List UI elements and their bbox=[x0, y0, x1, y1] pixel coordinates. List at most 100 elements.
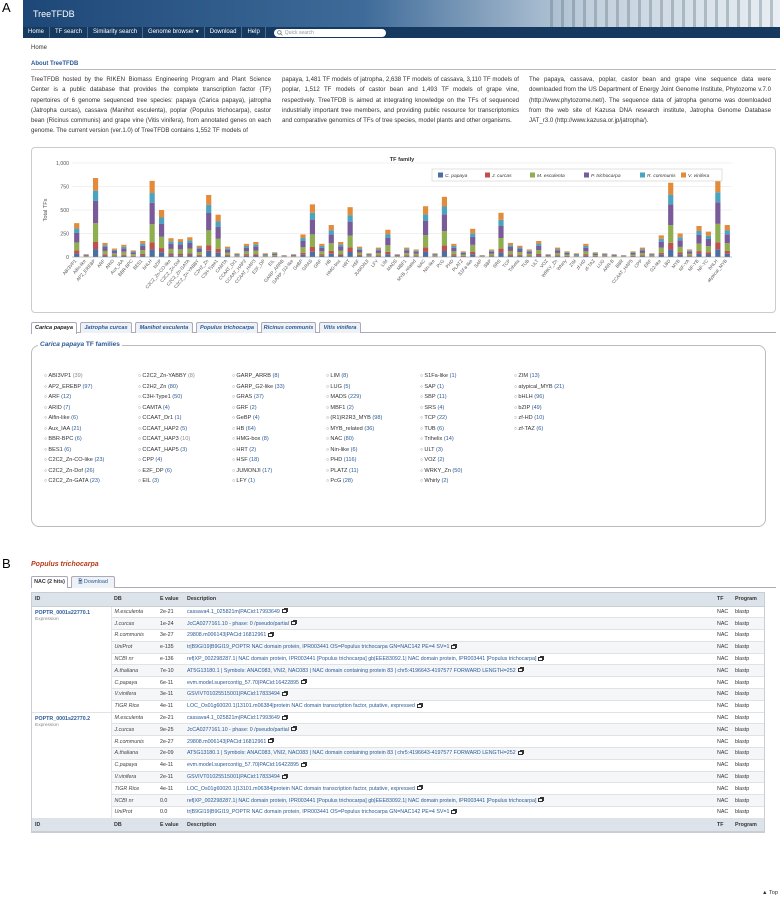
tf-family-count[interactable]: (21) bbox=[71, 426, 81, 432]
tf-family-count[interactable]: (4) bbox=[438, 405, 445, 411]
external-link-icon[interactable] bbox=[281, 691, 288, 697]
tf-family-count[interactable]: (12) bbox=[61, 394, 71, 400]
tf-family-item[interactable]: bHLH (96) bbox=[514, 394, 755, 405]
tf-family-count[interactable]: (33) bbox=[275, 384, 285, 390]
tab-jatropha-curcas[interactable]: Jatropha curcas bbox=[80, 322, 132, 333]
tab-download[interactable]: 🗎 Download bbox=[71, 576, 115, 588]
tf-family-count[interactable]: (6) bbox=[536, 426, 543, 432]
hit-link[interactable]: cassava4.1_025821m|PACid:17993649 bbox=[187, 609, 280, 615]
tf-family-count[interactable]: (28) bbox=[343, 478, 353, 484]
tf-family-count[interactable]: (2) bbox=[249, 447, 256, 453]
tf-family-count[interactable]: (80) bbox=[168, 384, 178, 390]
tf-family-item[interactable]: S1Fa-like (1) bbox=[420, 373, 514, 384]
site-brand[interactable]: TreeTFDB bbox=[33, 9, 75, 19]
tf-family-item[interactable]: LFY (1) bbox=[232, 478, 326, 489]
tf-family-item[interactable]: CAMTA (4) bbox=[138, 405, 232, 416]
tf-family-item[interactable]: NAC (80) bbox=[326, 436, 420, 447]
hit-link[interactable]: GSVIVT01025515001|PACid:17833494 bbox=[187, 774, 280, 780]
tf-family-count[interactable]: (5) bbox=[344, 384, 351, 390]
tf-family-count[interactable]: (229) bbox=[348, 394, 361, 400]
external-link-icon[interactable] bbox=[268, 632, 275, 638]
tf-family-count[interactable]: (50) bbox=[452, 468, 462, 474]
tf-family-count[interactable]: (8) bbox=[341, 373, 348, 379]
tf-family-item[interactable]: ARID (7) bbox=[44, 405, 138, 416]
tf-family-count[interactable]: (8) bbox=[188, 373, 195, 379]
tf-family-count[interactable]: (80) bbox=[344, 436, 354, 442]
tf-family-item[interactable]: WRKY_Zn (50) bbox=[420, 468, 514, 479]
tf-family-count[interactable]: (116) bbox=[344, 457, 357, 463]
nav-download[interactable]: Download bbox=[205, 27, 243, 38]
tf-family-count[interactable]: (6) bbox=[351, 447, 358, 453]
tf-family-item[interactable]: ZIM (13) bbox=[514, 373, 755, 384]
tf-family-item[interactable]: Whirly (2) bbox=[420, 478, 514, 489]
tf-family-count[interactable]: (97) bbox=[83, 384, 93, 390]
nav-similarity-search[interactable]: Similarity search bbox=[88, 27, 144, 38]
tab-nac-hits[interactable]: NAC (2 hits) bbox=[31, 576, 68, 588]
hit-link[interactable]: evm.model.supercontig_57.70|PACid:164228… bbox=[187, 680, 299, 686]
tf-family-count[interactable]: (23) bbox=[90, 478, 100, 484]
tf-family-item[interactable]: MBF1 (2) bbox=[326, 405, 420, 416]
tf-family-count[interactable]: (96) bbox=[534, 394, 544, 400]
tf-family-count[interactable]: (37) bbox=[254, 394, 264, 400]
nav-tf-search[interactable]: TF search bbox=[50, 27, 89, 38]
gene-id-link[interactable]: POPTR_0001s22770.2 bbox=[35, 716, 108, 722]
breadcrumb[interactable]: Home bbox=[31, 45, 47, 51]
tf-family-item[interactable]: C2C2_Zn-GATA (23) bbox=[44, 478, 138, 489]
hit-link[interactable]: AT5G13180.1 | Symbols: ANAC083, VNI2, NA… bbox=[187, 750, 516, 756]
tf-family-item[interactable]: TCP (22) bbox=[420, 415, 514, 426]
external-link-icon[interactable] bbox=[538, 655, 545, 661]
hit-link[interactable]: tr|B9GI19|B9GI19_POPTR NAC domain protei… bbox=[187, 644, 449, 650]
tf-family-count[interactable]: (4) bbox=[155, 457, 162, 463]
external-link-icon[interactable] bbox=[281, 773, 288, 779]
tf-family-count[interactable]: (8) bbox=[262, 436, 269, 442]
tf-family-item[interactable]: SRS (4) bbox=[420, 405, 514, 416]
tf-family-count[interactable]: (2) bbox=[437, 457, 444, 463]
tf-family-count[interactable]: (17) bbox=[262, 468, 272, 474]
tf-family-count[interactable]: (1) bbox=[248, 478, 255, 484]
tf-family-count[interactable]: (6) bbox=[75, 436, 82, 442]
external-link-icon[interactable] bbox=[517, 750, 524, 756]
tf-family-item[interactable]: GARP_G2-like (33) bbox=[232, 384, 326, 395]
tab-carica-papaya[interactable]: Carica papaya bbox=[31, 322, 77, 334]
tf-family-item[interactable]: PHD (116) bbox=[326, 457, 420, 468]
tf-family-item[interactable]: E2F_DP (6) bbox=[138, 468, 232, 479]
tf-family-item[interactable]: C2C2_Zn-YABBY (8) bbox=[138, 373, 232, 384]
tf-family-item[interactable]: C2C2_Zn-CO-like (23) bbox=[44, 457, 138, 468]
tf-family-count[interactable]: (13) bbox=[530, 373, 540, 379]
tf-family-item[interactable]: AP2_EREBP (97) bbox=[44, 384, 138, 395]
tf-family-count[interactable]: (39) bbox=[73, 373, 83, 379]
external-link-icon[interactable] bbox=[417, 785, 424, 791]
tf-family-count[interactable]: (26) bbox=[85, 468, 95, 474]
external-link-icon[interactable] bbox=[268, 738, 275, 744]
tf-family-count[interactable]: (1) bbox=[450, 373, 457, 379]
tf-family-item[interactable]: ABI3VP1 (39) bbox=[44, 373, 138, 384]
tf-family-item[interactable]: HMG-box (8) bbox=[232, 436, 326, 447]
tf-family-item[interactable]: CCAAT_HAP2 (5) bbox=[138, 426, 232, 437]
hit-link[interactable]: cassava4.1_025821m|PACid:17993649 bbox=[187, 715, 280, 721]
tf-family-count[interactable]: (6) bbox=[165, 468, 172, 474]
nav-help[interactable]: Help bbox=[242, 27, 266, 38]
tf-family-count[interactable]: (4) bbox=[163, 405, 170, 411]
tf-family-count[interactable]: (11) bbox=[349, 468, 359, 474]
tf-family-item[interactable]: CCAAT_HAP5 (3) bbox=[138, 447, 232, 458]
tf-family-count[interactable]: (18) bbox=[249, 457, 259, 463]
tf-family-item[interactable]: bZIP (49) bbox=[514, 405, 755, 416]
tf-family-count[interactable]: (11) bbox=[437, 394, 447, 400]
tf-family-item[interactable]: GeBP (4) bbox=[232, 415, 326, 426]
tf-family-item[interactable]: C3H-Type1 (50) bbox=[138, 394, 232, 405]
tf-family-item[interactable]: SBP (11) bbox=[420, 394, 514, 405]
expression-link[interactable]: Expression bbox=[35, 617, 59, 622]
tf-family-item[interactable]: MADS (229) bbox=[326, 394, 420, 405]
tf-family-item[interactable]: PLATZ (11) bbox=[326, 468, 420, 479]
tf-family-item[interactable]: HSF (18) bbox=[232, 457, 326, 468]
tf-family-count[interactable]: (6) bbox=[437, 426, 444, 432]
tf-family-item[interactable]: HRT (2) bbox=[232, 447, 326, 458]
tf-family-count[interactable]: (4) bbox=[253, 415, 260, 421]
tf-family-count[interactable]: (50) bbox=[172, 394, 182, 400]
tf-family-item[interactable]: atypical_MYB (21) bbox=[514, 384, 755, 395]
go-top-link[interactable]: ▲ Top bbox=[762, 890, 778, 896]
external-link-icon[interactable] bbox=[301, 761, 307, 767]
external-link-icon[interactable] bbox=[451, 643, 458, 649]
tf-family-item[interactable]: LIM (8) bbox=[326, 373, 420, 384]
search-input[interactable]: Quick search bbox=[273, 28, 386, 37]
